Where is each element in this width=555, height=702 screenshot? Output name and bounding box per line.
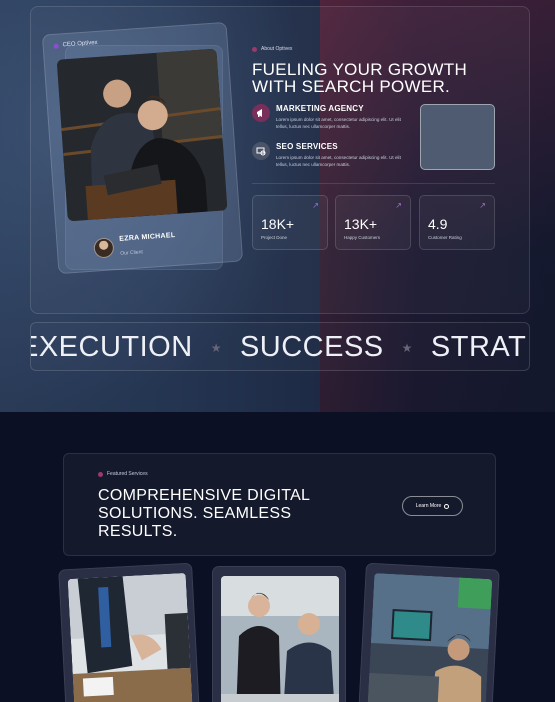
about-thumbnail (420, 104, 495, 170)
featured-tag-label: Featured Services (107, 471, 148, 477)
stat-projects: ↗ 18K+ Project Done (252, 195, 328, 250)
card-tag: CEO Optivex (53, 39, 98, 49)
service-desc: Lorem ipsum dolor sit amet, consectetur … (276, 155, 401, 167)
featured-services-header: Featured Services COMPREHENSIVE DIGITAL … (63, 453, 496, 556)
arrow-up-right-icon: ↗ (312, 201, 319, 210)
seo-icon (252, 142, 270, 160)
service-seo[interactable]: SEO SERVICES Lorem ipsum dolor sit amet,… (252, 142, 406, 168)
stat-rating: ↗ 4.9 Customer Rating (419, 195, 495, 250)
service-image-2 (221, 576, 339, 702)
star-icon: ★ (210, 340, 222, 355)
service-image-3 (367, 573, 493, 702)
marquee-banner: EXECUTION ★ SUCCESS ★ STRAT (30, 322, 530, 371)
meeting-illustration (67, 572, 193, 702)
marquee-word: SUCCESS (239, 331, 384, 363)
team-illustration (221, 576, 339, 702)
learn-more-label: Learn More (415, 503, 442, 509)
megaphone-icon (252, 104, 270, 122)
marquee-track: EXECUTION ★ SUCCESS ★ STRAT (30, 331, 527, 364)
featured-dot-icon (98, 471, 103, 477)
learn-more-button[interactable]: Learn More (402, 496, 463, 516)
circle-arrow-icon (444, 503, 450, 509)
about-tag: About Optivex (252, 46, 292, 52)
stat-value: 4.9 (428, 216, 448, 232)
about-dot-icon (252, 46, 257, 52)
star-icon: ★ (401, 340, 413, 355)
service-title: SEO SERVICES (276, 142, 338, 151)
card-tag-label: CEO Optivex (62, 39, 98, 49)
service-marketing[interactable]: MARKETING AGENCY Lorem ipsum dolor sit a… (252, 104, 406, 130)
service-title: MARKETING AGENCY (276, 104, 364, 113)
workspace-illustration (367, 573, 493, 702)
divider (252, 183, 495, 184)
featured-tag: Featured Services (98, 471, 148, 477)
arrow-up-right-icon: ↗ (479, 201, 486, 210)
stat-value: 18K+ (261, 216, 295, 232)
service-card-1[interactable] (58, 562, 200, 702)
hero-headline: FUELING YOUR GROWTH WITH SEARCH POWER. (252, 60, 468, 96)
about-tag-label: About Optivex (261, 46, 293, 52)
client-role: Our Client (120, 249, 143, 257)
stat-customers: ↗ 13K+ Happy Customers (335, 195, 411, 250)
service-card-2[interactable] (212, 566, 346, 702)
marquee-word: EXECUTION (30, 331, 193, 363)
stat-label: Customer Rating (428, 235, 462, 240)
service-desc: Lorem ipsum dolor sit amet, consectetur … (276, 117, 401, 129)
client-photo (56, 48, 228, 222)
tag-dot-icon (53, 43, 59, 49)
client-card: CEO Optivex EZRA MICHAEL Our Client (41, 21, 244, 275)
service-card-3[interactable] (358, 562, 500, 702)
client-photo-illustration (56, 48, 228, 222)
stat-value: 13K+ (344, 216, 378, 232)
stat-label: Happy Customers (344, 235, 381, 240)
avatar (93, 236, 115, 259)
service-image-1 (67, 572, 193, 702)
marquee-word: STRAT (430, 331, 527, 363)
stat-label: Project Done (261, 235, 288, 240)
arrow-up-right-icon: ↗ (395, 201, 402, 210)
client-info: EZRA MICHAEL Our Client (93, 232, 176, 259)
client-name: EZRA MICHAEL (119, 231, 176, 243)
featured-headline: COMPREHENSIVE DIGITAL SOLUTIONS. SEAMLES… (98, 487, 310, 540)
